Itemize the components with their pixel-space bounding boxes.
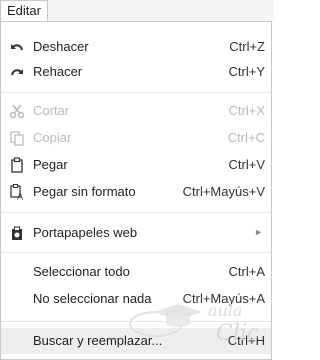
menu-separator <box>1 92 271 93</box>
menu-item-cut[interactable]: Cortar Ctrl+X <box>1 99 271 123</box>
menu-item-copy[interactable]: Copiar Ctrl+C <box>1 126 271 150</box>
paste-icon <box>11 157 23 173</box>
menubar: Editar <box>0 0 274 22</box>
menu-item-shortcut: Ctrl+Y <box>228 64 265 79</box>
aulaclic-watermark-logo: aula Clic <box>129 301 259 346</box>
svg-text:A: A <box>17 193 24 201</box>
copy-icon <box>10 131 24 146</box>
menu-item-label: Rehacer <box>33 64 83 79</box>
menu-item-shortcut: Ctrl+X <box>228 103 265 118</box>
menu-item-shortcut: Ctrl+V <box>228 157 265 172</box>
menu-item-label: Portapapeles web <box>33 225 138 240</box>
menu-separator <box>1 252 271 253</box>
menu-item-shortcut: Ctrl+A <box>228 264 265 279</box>
submenu-arrow-icon: ► <box>254 227 263 237</box>
menu-edit-tab[interactable]: Editar <box>0 0 48 22</box>
menu-item-select-all[interactable]: Seleccionar todo Ctrl+A <box>1 260 271 284</box>
undo-icon <box>11 44 23 51</box>
menu-item-label: Pegar sin formato <box>33 184 136 199</box>
menu-item-shortcut: Ctrl+Z <box>229 39 265 54</box>
menu-item-web-clipboard[interactable]: Portapapeles web ► <box>1 221 271 245</box>
menu-item-label: Deshacer <box>33 39 89 54</box>
menu-item-shortcut: Ctrl+Mayús+V <box>182 184 265 199</box>
menu-item-paste[interactable]: Pegar Ctrl+V <box>1 153 271 177</box>
menu-separator <box>1 212 271 213</box>
web-clipboard-icon <box>12 226 22 240</box>
watermark-text-bottom: Clic <box>216 321 259 346</box>
menu-item-redo[interactable]: Rehacer Ctrl+Y <box>1 60 271 84</box>
menu-item-label: Seleccionar todo <box>33 264 130 279</box>
menu-item-paste-plain[interactable]: A Pegar sin formato Ctrl+Mayús+V <box>1 180 271 204</box>
watermark-text-top: aula <box>208 301 243 320</box>
menu-item-undo[interactable]: Deshacer Ctrl+Z <box>1 35 271 59</box>
menu-item-shortcut: Ctrl+C <box>227 130 265 145</box>
paste-plain-icon: A <box>10 184 24 201</box>
menu-item-label: Cortar <box>33 103 70 118</box>
menu-item-label: Pegar <box>33 157 68 172</box>
cut-icon <box>9 104 25 119</box>
menu-item-label: Copiar <box>33 130 72 145</box>
redo-icon <box>11 69 23 76</box>
